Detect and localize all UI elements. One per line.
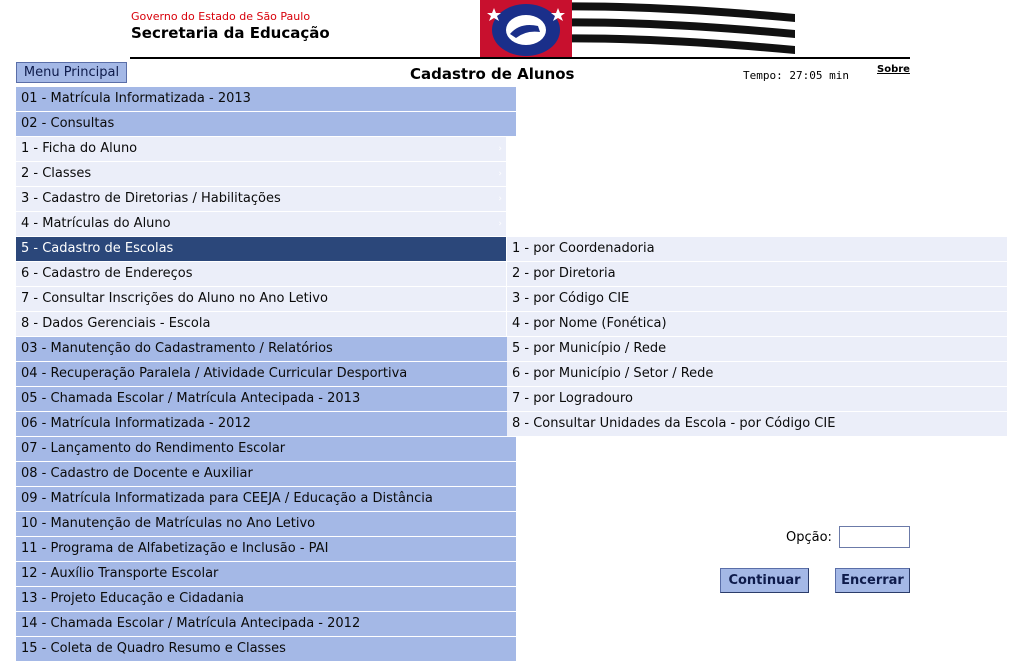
submenu-arrow-icon: › [498,169,502,179]
menu-principal-button[interactable]: Menu Principal [16,62,127,83]
header-divider [130,57,910,59]
submenu-item-label: 8 - Consultar Unidades da Escola - por C… [512,416,836,431]
submenu-item[interactable]: 8 - Consultar Unidades da Escola - por C… [507,412,1007,436]
menu-item[interactable]: 4 - Matrículas do Aluno › [16,212,506,236]
submenu-item-label: 2 - por Diretoria [512,266,616,281]
submenu-item-label: 6 - por Município / Setor / Rede [512,366,714,381]
menu-item[interactable]: 5 - Cadastro de Escolas [16,237,506,261]
submenu-arrow-icon: › [498,194,502,204]
menu-item-label: 15 - Coleta de Quadro Resumo e Classes [21,641,286,656]
encerrar-button[interactable]: Encerrar [835,568,910,593]
submenu-item-label: 3 - por Código CIE [512,291,630,306]
menu-item-label: 12 - Auxílio Transporte Escolar [21,566,219,581]
state-flag-logo [480,0,795,57]
menu-item[interactable]: 02 - Consultas [16,112,516,136]
sobre-link[interactable]: Sobre [877,64,910,75]
menu-item[interactable]: 08 - Cadastro de Docente e Auxiliar [16,462,516,486]
menu-item[interactable]: 15 - Coleta de Quadro Resumo e Classes [16,637,516,661]
menu-item[interactable]: 8 - Dados Gerenciais - Escola [16,312,506,336]
menu-item[interactable]: 01 - Matrícula Informatizada - 2013 [16,87,516,111]
timer-value: 27:05 min [789,69,849,82]
menu-item-label: 4 - Matrículas do Aluno [21,216,171,231]
menu-item-label: 01 - Matrícula Informatizada - 2013 [21,91,251,106]
submenu-item[interactable]: 2 - por Diretoria [507,262,1007,286]
menu-item[interactable]: 1 - Ficha do Aluno › [16,137,506,161]
submenu-cadastro-de-escolas: 1 - por Coordenadoria 2 - por Diretoria 3 … [507,237,1007,437]
menu-item[interactable]: 04 - Recuperação Paralela / Atividade Cu… [16,362,516,386]
menu-item-label: 14 - Chamada Escolar / Matrícula Antecip… [21,616,361,631]
submenu-item[interactable]: 1 - por Coordenadoria [507,237,1007,261]
main-menu: 01 - Matrícula Informatizada - 2013 02 - … [16,87,516,662]
continuar-button[interactable]: Continuar [720,568,809,593]
menu-item[interactable]: 6 - Cadastro de Endereços [16,262,506,286]
menu-item-label: 05 - Chamada Escolar / Matrícula Antecip… [21,391,361,406]
submenu-item-label: 4 - por Nome (Fonética) [512,316,667,331]
menu-item-label: 1 - Ficha do Aluno [21,141,138,156]
menu-item[interactable]: 05 - Chamada Escolar / Matrícula Antecip… [16,387,516,411]
submenu-arrow-icon: › [498,219,502,229]
menu-item-label: 2 - Classes [21,166,92,181]
submenu-item[interactable]: 3 - por Código CIE [507,287,1007,311]
menu-item[interactable]: 12 - Auxílio Transporte Escolar [16,562,516,586]
menu-item[interactable]: 13 - Projeto Educação e Cidadania [16,587,516,611]
menu-item-label: 13 - Projeto Educação e Cidadania [21,591,245,606]
submenu-item[interactable]: 6 - por Município / Setor / Rede [507,362,1007,386]
menu-item-label: 06 - Matrícula Informatizada - 2012 [21,416,251,431]
menu-item-label: 04 - Recuperação Paralela / Atividade Cu… [21,366,408,381]
menu-item-label: 08 - Cadastro de Docente e Auxiliar [21,466,253,481]
menu-item-label: 03 - Manutenção do Cadastramento / Relat… [21,341,333,356]
submenu-item[interactable]: 5 - por Município / Rede [507,337,1007,361]
submenu-item-label: 7 - por Logradouro [512,391,633,406]
menu-item-label: 6 - Cadastro de Endereços [21,266,193,281]
menu-item[interactable]: 07 - Lançamento do Rendimento Escolar [16,437,516,461]
submenu-arrow-icon: › [498,144,502,154]
menu-item[interactable]: 14 - Chamada Escolar / Matrícula Antecip… [16,612,516,636]
menu-item-label: 7 - Consultar Inscrições do Aluno no Ano… [21,291,328,306]
session-timer: Tempo: 27:05 min [743,69,849,82]
secretariat-name: Secretaria da Educação [131,24,330,42]
submenu-item-label: 1 - por Coordenadoria [512,241,655,256]
menu-item-label: 10 - Manutenção de Matrículas no Ano Let… [21,516,316,531]
menu-item-label: 07 - Lançamento do Rendimento Escolar [21,441,286,456]
menu-item[interactable]: 7 - Consultar Inscrições do Aluno no Ano… [16,287,506,311]
menu-item-label: 8 - Dados Gerenciais - Escola [21,316,211,331]
menu-item-label: 5 - Cadastro de Escolas [21,241,174,256]
menu-item[interactable]: 2 - Classes › [16,162,506,186]
page-title: Cadastro de Alunos [410,65,575,83]
menu-item[interactable]: 10 - Manutenção de Matrículas no Ano Let… [16,512,516,536]
submenu-item[interactable]: 7 - por Logradouro [507,387,1007,411]
submenu-item[interactable]: 4 - por Nome (Fonética) [507,312,1007,336]
menu-item[interactable]: 06 - Matrícula Informatizada - 2012 [16,412,516,436]
timer-label: Tempo: [743,69,783,82]
menu-item[interactable]: 3 - Cadastro de Diretorias / Habilitaçõe… [16,187,506,211]
menu-item[interactable]: 09 - Matrícula Informatizada para CEEJA … [16,487,516,511]
submenu-item-label: 5 - por Município / Rede [512,341,667,356]
menu-item[interactable]: 11 - Programa de Alfabetização e Inclusã… [16,537,516,561]
menu-item-label: 02 - Consultas [21,116,115,131]
opcao-label: Opção: [786,530,832,545]
menu-item[interactable]: 03 - Manutenção do Cadastramento / Relat… [16,337,516,361]
menu-item-label: 09 - Matrícula Informatizada para CEEJA … [21,491,433,506]
government-name: Governo do Estado de São Paulo [131,10,311,23]
opcao-input[interactable] [839,526,910,548]
menu-item-label: 3 - Cadastro de Diretorias / Habilitaçõe… [21,191,281,206]
menu-item-label: 11 - Programa de Alfabetização e Inclusã… [21,541,329,556]
